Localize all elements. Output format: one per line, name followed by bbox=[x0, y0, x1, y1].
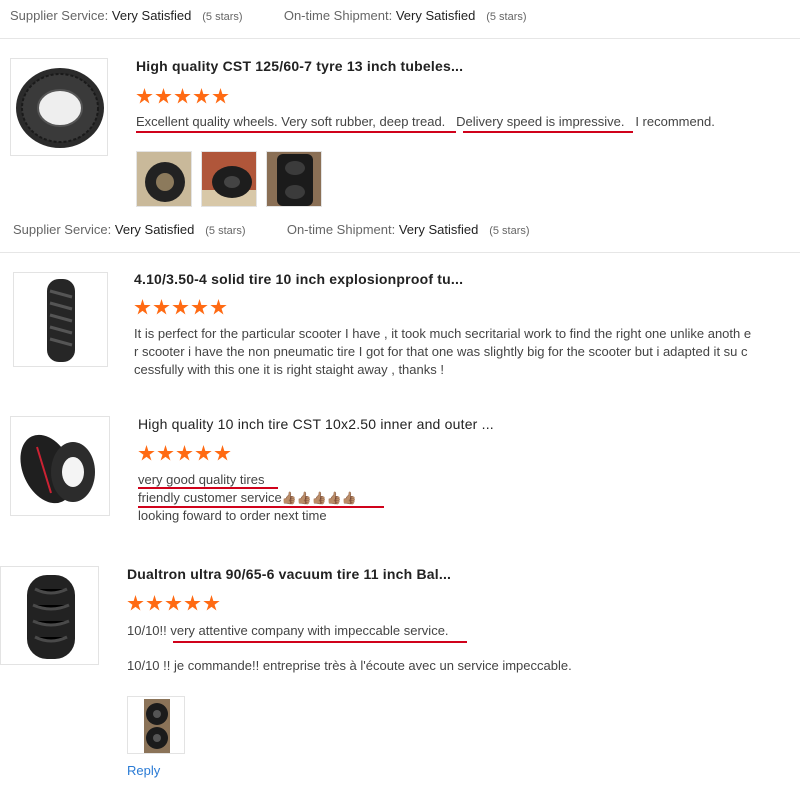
supplier-service-stars: (5 stars) bbox=[205, 225, 246, 237]
star-icon bbox=[157, 445, 174, 461]
star-icon bbox=[184, 595, 201, 611]
star-icon bbox=[191, 299, 208, 315]
shipment-label: On-time Shipment: bbox=[286, 222, 396, 237]
rating-stars bbox=[134, 299, 227, 316]
tire-photo bbox=[128, 697, 184, 753]
star-icon bbox=[214, 445, 231, 461]
divider bbox=[0, 38, 800, 39]
review-text: 10/10!! very attentive company with impe… bbox=[127, 623, 449, 638]
star-icon bbox=[136, 88, 153, 104]
star-icon bbox=[146, 595, 163, 611]
star-icon bbox=[165, 595, 182, 611]
review-photo[interactable] bbox=[266, 151, 322, 207]
divider bbox=[0, 252, 800, 253]
product-title[interactable]: High quality 10 inch tire CST 10x2.50 in… bbox=[138, 416, 494, 432]
product-title[interactable]: Dualtron ultra 90/65-6 vacuum tire 11 in… bbox=[127, 566, 451, 582]
tire-photo bbox=[202, 152, 256, 206]
rating-stars bbox=[127, 595, 220, 612]
summary-row-top: Supplier Service: Very Satisfied (5 star… bbox=[10, 8, 527, 23]
highlight-underline bbox=[463, 131, 633, 133]
star-icon bbox=[212, 88, 229, 104]
shipment-value: Very Satisfied bbox=[395, 8, 476, 23]
tire-image bbox=[16, 68, 104, 148]
tire-photo bbox=[267, 152, 321, 206]
review-text-part: I recommend. bbox=[635, 114, 715, 129]
star-icon bbox=[127, 595, 144, 611]
review-photo[interactable] bbox=[201, 151, 257, 207]
tire-photo bbox=[137, 152, 191, 206]
supplier-service-label: Supplier Service: bbox=[13, 222, 112, 237]
highlight-underline bbox=[173, 641, 467, 643]
star-icon bbox=[203, 595, 220, 611]
star-icon bbox=[176, 445, 193, 461]
highlight-underline bbox=[136, 131, 456, 133]
tire-image bbox=[27, 575, 75, 659]
reply-link[interactable]: Reply bbox=[127, 763, 160, 778]
shipment-label: On-time Shipment: bbox=[283, 8, 393, 23]
review-text: It is perfect for the particular scooter… bbox=[134, 326, 752, 377]
review-photo[interactable] bbox=[127, 696, 185, 754]
review-photo[interactable] bbox=[136, 151, 192, 207]
star-icon bbox=[195, 445, 212, 461]
rating-stars bbox=[138, 445, 231, 462]
review-text-part: Excellent quality wheels. Very soft rubb… bbox=[136, 114, 446, 129]
thumbs-up-icon: 👍🏽👍🏽👍🏽👍🏽👍🏽 bbox=[281, 491, 357, 505]
star-icon bbox=[138, 445, 155, 461]
star-icon bbox=[134, 299, 151, 315]
review-line: looking foward to order next time bbox=[138, 508, 327, 523]
star-icon bbox=[193, 88, 210, 104]
rating-stars bbox=[136, 88, 229, 105]
supplier-service-value: Very Satisfied bbox=[114, 222, 195, 237]
supplier-service-label: Supplier Service: bbox=[10, 8, 109, 23]
star-icon bbox=[210, 299, 227, 315]
product-thumbnail[interactable] bbox=[0, 566, 99, 665]
product-title[interactable]: 4.10/3.50-4 solid tire 10 inch explosion… bbox=[134, 271, 463, 287]
star-icon bbox=[155, 88, 172, 104]
review-text: Excellent quality wheels. Very soft rubb… bbox=[136, 113, 715, 131]
supplier-service-stars: (5 stars) bbox=[202, 11, 243, 23]
star-icon bbox=[172, 299, 189, 315]
shipment-stars: (5 stars) bbox=[489, 225, 530, 237]
review-translation: 10/10 !! je commande!! entreprise très à… bbox=[127, 658, 572, 673]
product-thumbnail[interactable] bbox=[13, 272, 108, 367]
product-thumbnail[interactable] bbox=[10, 416, 110, 516]
product-thumbnail[interactable] bbox=[10, 58, 108, 156]
star-icon bbox=[153, 299, 170, 315]
review-text-part: Delivery speed is impressive. bbox=[456, 114, 625, 129]
shipment-stars: (5 stars) bbox=[486, 11, 527, 23]
shipment-value: Very Satisfied bbox=[398, 222, 479, 237]
tire-image bbox=[47, 279, 75, 362]
star-icon bbox=[174, 88, 191, 104]
supplier-service-value: Very Satisfied bbox=[111, 8, 192, 23]
review-line: friendly customer service👍🏽👍🏽👍🏽👍🏽👍🏽 bbox=[138, 489, 357, 507]
tire-image bbox=[20, 434, 95, 504]
summary-row: Supplier Service: Very Satisfied (5 star… bbox=[13, 222, 530, 237]
review-line-text: friendly customer service bbox=[138, 490, 282, 505]
product-title[interactable]: High quality CST 125/60-7 tyre 13 inch t… bbox=[136, 58, 463, 74]
